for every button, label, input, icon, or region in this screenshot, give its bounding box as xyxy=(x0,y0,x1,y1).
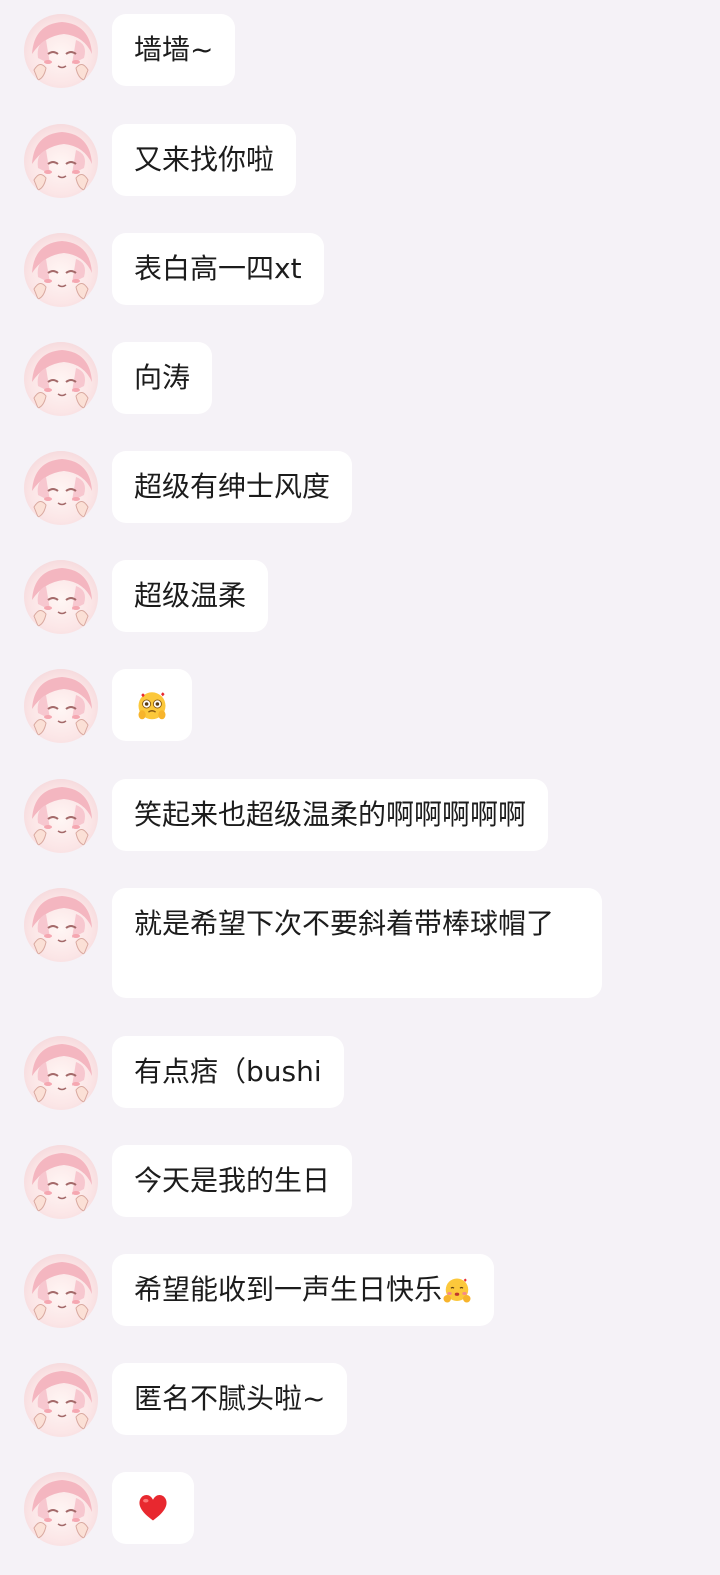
anime-girl-avatar-icon xyxy=(32,568,92,627)
sender-avatar[interactable] xyxy=(24,342,98,416)
message-bubble[interactable]: 有点痞（bushi xyxy=(112,1036,344,1108)
anime-girl-avatar-icon xyxy=(32,1153,92,1212)
message-bubble[interactable]: 笑起来也超级温柔的啊啊啊啊啊 xyxy=(112,779,549,851)
pleading-hearts-emoji-icon xyxy=(138,692,166,720)
sender-avatar[interactable] xyxy=(24,669,98,743)
cheeks-hands-emoji-icon xyxy=(443,1278,471,1303)
sender-avatar[interactable] xyxy=(24,1363,98,1437)
sender-avatar[interactable] xyxy=(24,1145,98,1219)
anime-girl-avatar-icon xyxy=(32,1371,92,1430)
anime-girl-avatar-icon xyxy=(32,132,92,191)
anime-girl-avatar-icon xyxy=(32,896,92,955)
message-bubble[interactable]: 超级有绅士风度 xyxy=(112,451,353,523)
anime-girl-avatar-icon xyxy=(32,459,92,518)
anime-girl-avatar-icon xyxy=(32,1480,92,1539)
sender-avatar[interactable] xyxy=(24,451,98,525)
message-bubble[interactable] xyxy=(112,669,192,741)
message-text: 希望能收到一声生日快乐 xyxy=(134,1273,443,1306)
sender-avatar[interactable] xyxy=(24,124,98,198)
anime-girl-avatar-icon xyxy=(32,350,92,409)
anime-girl-avatar-icon xyxy=(32,677,92,736)
message-bubble[interactable]: 今天是我的生日 xyxy=(112,1145,353,1217)
sender-avatar[interactable] xyxy=(24,779,98,853)
anime-girl-avatar-icon xyxy=(32,1044,92,1103)
sender-avatar[interactable] xyxy=(24,1472,98,1546)
chat-history: 墙墙~ 又来找你啦 表白高一四xt 向涛 超级有绅士风度 超级温柔 笑起来也超级… xyxy=(0,0,720,1575)
anime-girl-avatar-icon xyxy=(32,22,92,81)
sender-avatar[interactable] xyxy=(24,1036,98,1110)
anime-girl-avatar-icon xyxy=(32,1262,92,1321)
message-bubble[interactable]: 超级温柔 xyxy=(112,560,269,632)
anime-girl-avatar-icon xyxy=(32,787,92,846)
message-bubble[interactable]: 向涛 xyxy=(112,342,213,414)
message-bubble[interactable] xyxy=(112,1472,194,1544)
anime-girl-avatar-icon xyxy=(32,241,92,300)
message-bubble[interactable]: 墙墙~ xyxy=(112,14,236,86)
message-bubble[interactable]: 就是希望下次不要斜着带棒球帽了 xyxy=(112,888,602,998)
sender-avatar[interactable] xyxy=(24,233,98,307)
sender-avatar[interactable] xyxy=(24,888,98,962)
message-bubble[interactable]: 表白高一四xt xyxy=(112,233,324,305)
message-bubble[interactable]: 匿名不腻头啦~ xyxy=(112,1363,348,1435)
sender-avatar[interactable] xyxy=(24,14,98,88)
message-bubble[interactable]: 又来找你啦 xyxy=(112,124,297,196)
sender-avatar[interactable] xyxy=(24,1254,98,1328)
red-heart-icon xyxy=(139,1494,167,1521)
message-bubble[interactable]: 希望能收到一声生日快乐 xyxy=(112,1254,495,1326)
sender-avatar[interactable] xyxy=(24,560,98,634)
